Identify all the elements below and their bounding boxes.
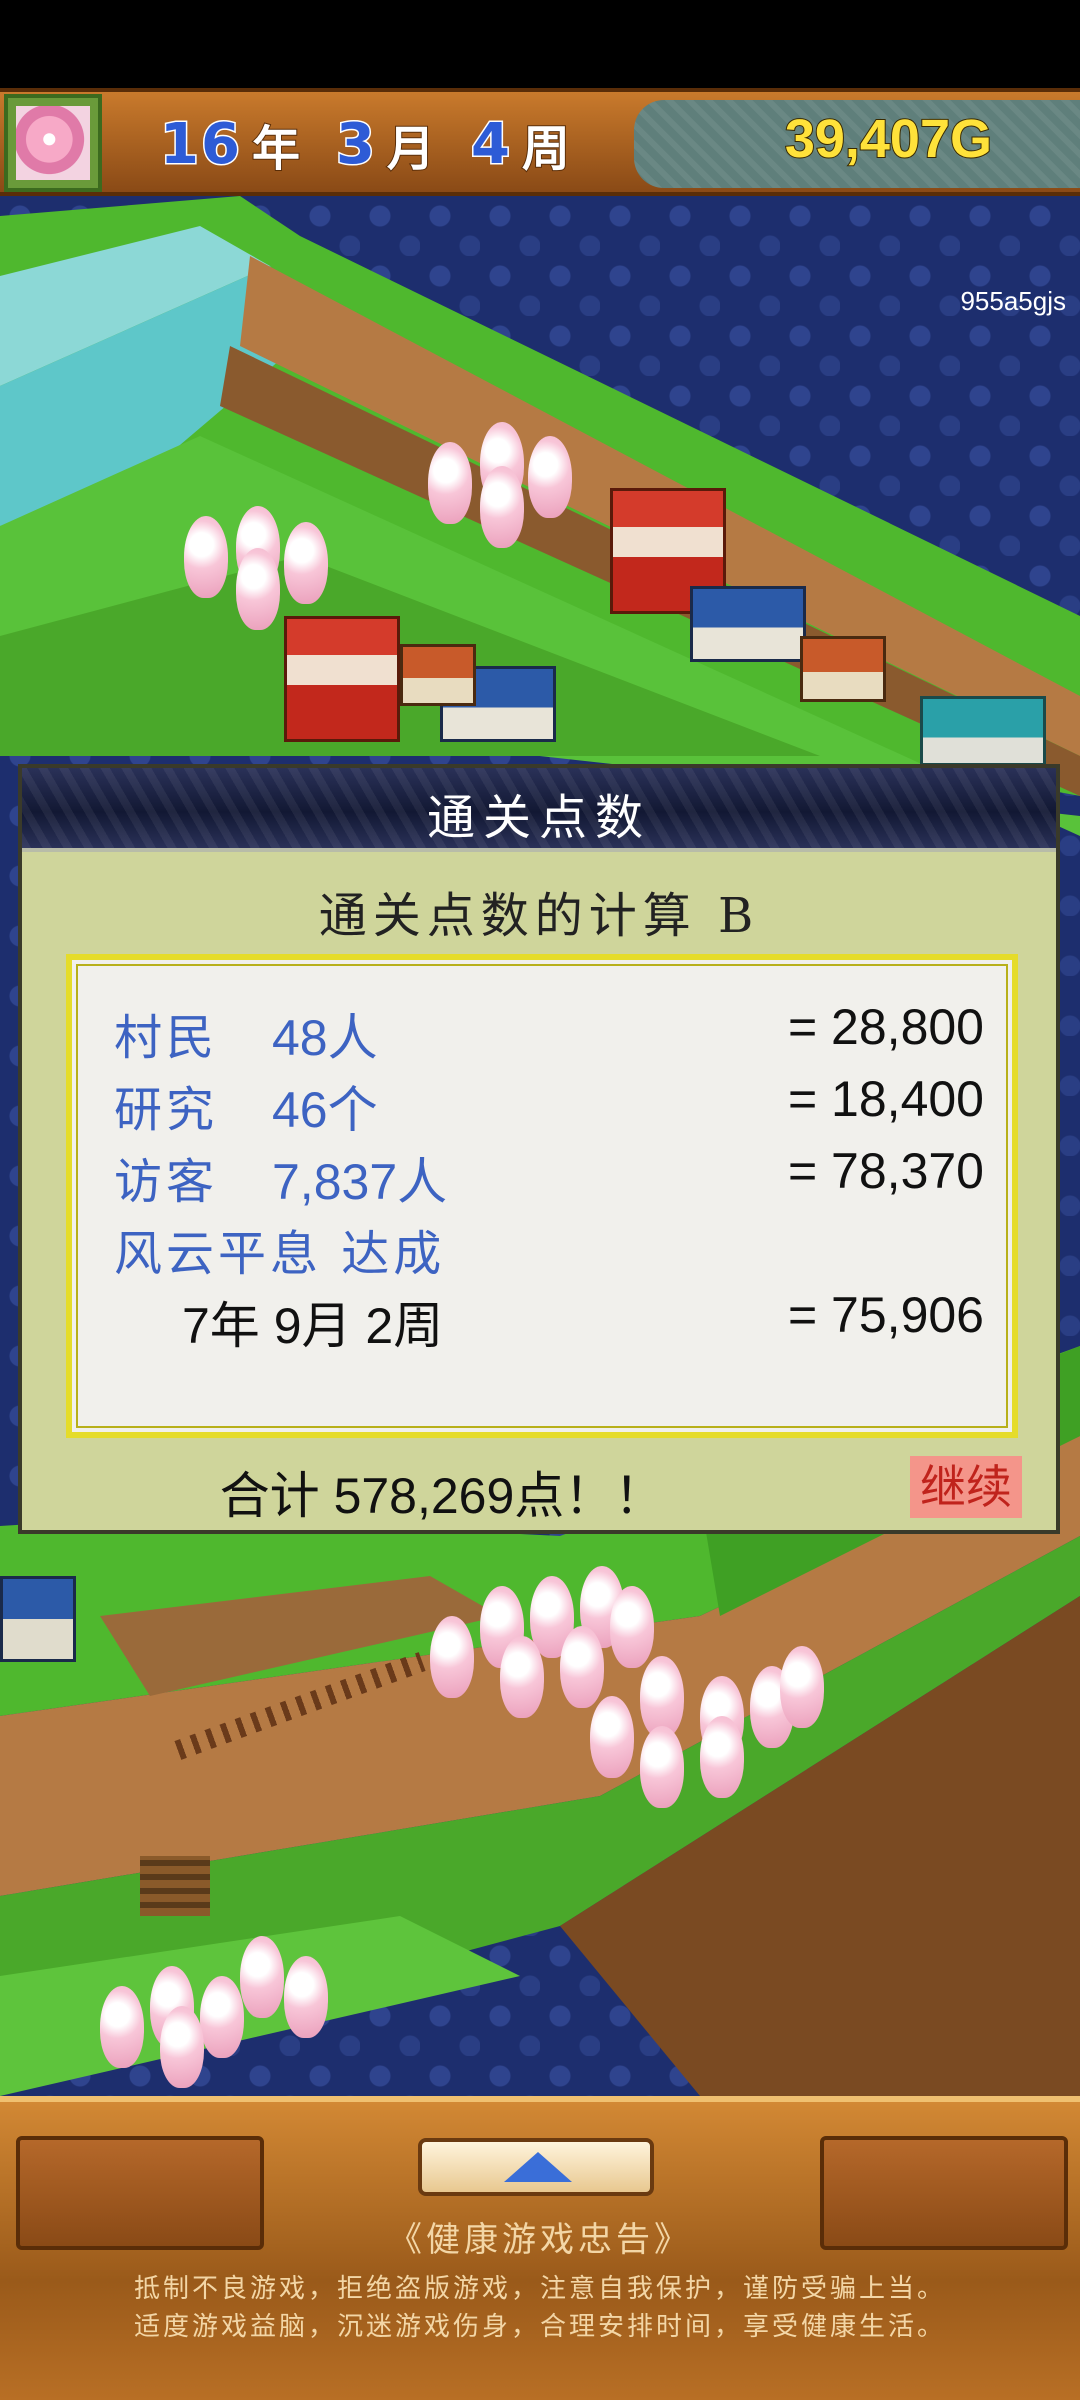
cherry-tree [780,1646,824,1728]
score-breakdown: 村民 48人 = 28,800 研究 46个 = 18,400 访客 7,837… [66,954,1018,1438]
map-id-label: 955a5gjs [960,286,1066,316]
score-value: 7,837人 [272,1154,448,1210]
avatar[interactable] [4,94,102,192]
cherry-tree [240,1936,284,2018]
cherry-tree [236,548,280,630]
score-points: = 75,906 [787,1287,984,1343]
cherry-tree [528,436,572,518]
shop[interactable] [400,644,476,706]
cherry-tree [428,442,472,524]
health-notice-title: 《健康游戏忠告》 [388,2220,692,2260]
workshop[interactable] [0,1576,76,1662]
score-value: 48人 [272,1010,378,1066]
score-points: = 78,370 [787,1143,984,1199]
month-number: 3 [334,110,377,178]
year-number: 16 [159,110,242,178]
health-notice-line: 抵制不良游戏，拒绝盗版游戏，注意自我保护，谨防受骗上当。 [133,2274,946,2304]
chevron-up-icon [504,2152,572,2182]
cherry-tree [200,1976,244,2058]
festival-stage[interactable] [284,616,400,742]
clear-score-dialog: 通关点数 通关点数的计算 B 村民 48人 = 28,800 研究 46个 = … [18,764,1060,1534]
cherry-tree [430,1616,474,1698]
cherry-tree [700,1716,744,1798]
money-amount: 39,407G [784,108,993,170]
cherry-tree [590,1696,634,1778]
cherry-tree [284,522,328,604]
week-unit: 周 [521,120,571,178]
top-status-bar: 16 年 3 月 4 周 39,407G [0,88,1080,196]
score-row-achievement: 风云平息 达成 [72,1214,1012,1282]
cherry-blossom-icon [16,106,90,180]
shop[interactable] [800,636,886,702]
score-row-visitors: 访客 7,837人 = 78,370 [72,1142,1012,1210]
week-number: 4 [469,110,512,178]
cherry-tree [284,1956,328,2038]
achievement-label: 风云平息 达成 [114,1226,446,1282]
continue-button[interactable]: 继续 [910,1456,1022,1518]
health-notice-line: 适度游戏益脑，沉迷游戏伤身，合理安排时间，享受健康生活。 [133,2312,946,2342]
game-date: 16 年 3 月 4 周 [159,104,596,184]
total-score: 合计 578,269点！！ [219,1468,665,1524]
dialog-title: 通关点数 [426,790,651,846]
achievement-date: 7年 9月 2周 [182,1298,444,1354]
cherry-tree [100,1986,144,2068]
money-panel: 39,407G [634,100,1080,188]
year-unit: 年 [251,120,301,178]
stairs [140,1856,210,1916]
score-label: 研究 [114,1082,219,1138]
cherry-tree [640,1726,684,1808]
cherry-tree [500,1636,544,1718]
score-points: = 18,400 [787,1071,984,1127]
month-unit: 月 [386,120,436,178]
score-label: 访客 [114,1154,219,1210]
score-points: = 28,800 [787,999,984,1055]
dialog-header: 通关点数 [22,768,1056,852]
score-label: 村民 [114,1010,219,1066]
bottom-panel: 《健康游戏忠告》 抵制不良游戏，拒绝盗版游戏，注意自我保护，谨防受骗上当。 适度… [0,2096,1080,2400]
score-value: 46个 [272,1082,378,1138]
cherry-tree [480,466,524,548]
cherry-tree [160,2006,204,2088]
house[interactable] [690,586,806,662]
cherry-tree [610,1586,654,1668]
score-row-research: 研究 46个 = 18,400 [72,1070,1012,1138]
teal-house[interactable] [920,696,1046,766]
cherry-tree [560,1626,604,1708]
score-row-villagers: 村民 48人 = 28,800 [72,998,1012,1066]
cherry-tree [184,516,228,598]
expand-menu-button[interactable] [418,2138,654,2196]
score-row-achievement-date: 7年 9月 2周 = 75,906 [72,1286,1012,1354]
dialog-subtitle: 通关点数的计算 B [318,888,760,944]
